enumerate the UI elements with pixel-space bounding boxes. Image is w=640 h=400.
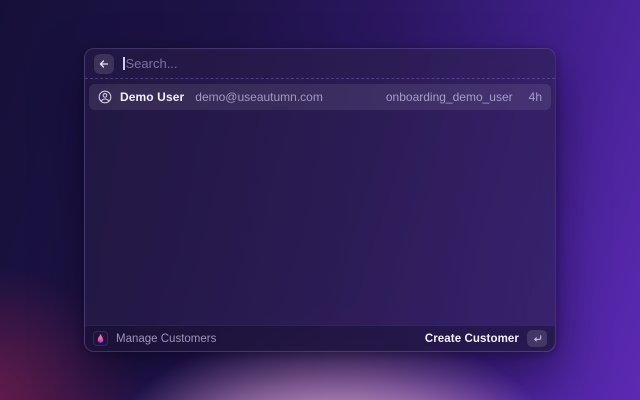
create-customer-button[interactable]: Create Customer (425, 330, 547, 347)
customer-email: demo@useautumn.com (195, 90, 323, 104)
search-input[interactable] (125, 56, 546, 71)
results-list: Demo User demo@useautumn.com onboarding_… (85, 79, 555, 325)
palette-footer: Manage Customers Create Customer (85, 325, 555, 351)
arrow-left-icon (98, 58, 110, 70)
return-key-icon (527, 330, 547, 347)
user-circle-icon (98, 90, 112, 104)
autumn-flame-icon (93, 331, 108, 346)
search-bar (85, 49, 555, 79)
customer-id: onboarding_demo_user (385, 90, 513, 104)
customer-name: Demo User (120, 90, 185, 104)
manage-customers-label: Manage Customers (116, 332, 217, 345)
search-input-wrap (123, 56, 546, 71)
create-customer-label: Create Customer (424, 332, 519, 345)
customer-time: 4h (528, 90, 542, 104)
command-palette: Demo User demo@useautumn.com onboarding_… (84, 48, 556, 352)
text-caret (123, 57, 125, 70)
result-row-demo-user[interactable]: Demo User demo@useautumn.com onboarding_… (89, 84, 551, 110)
back-button[interactable] (94, 53, 114, 74)
